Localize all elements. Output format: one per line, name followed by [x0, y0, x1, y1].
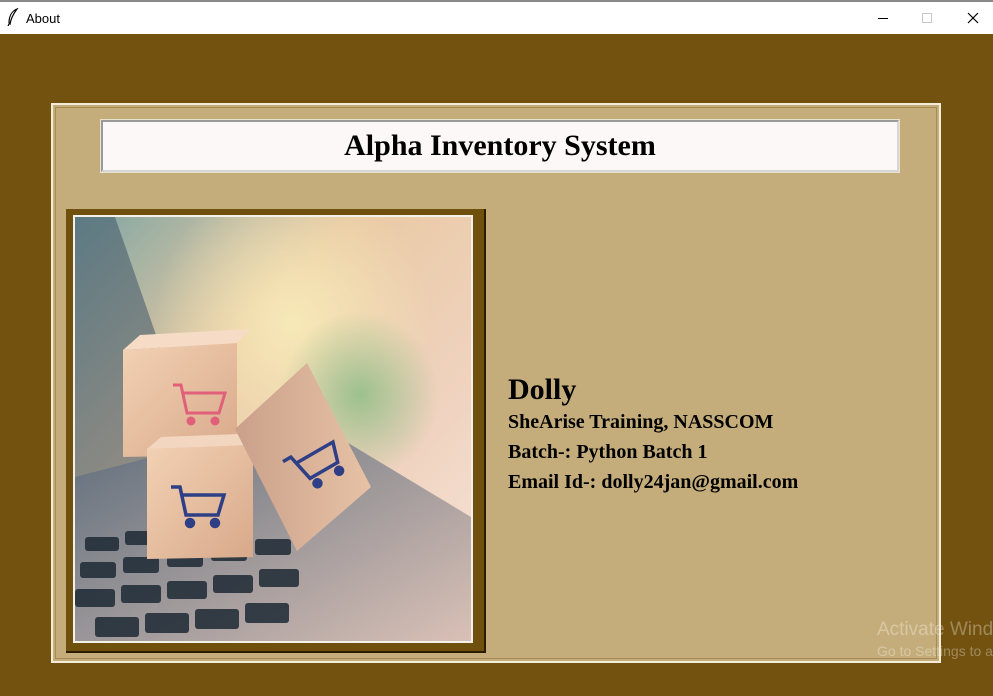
window-title: About	[26, 11, 60, 26]
watermark-subtitle: Go to Settings to activate Windows.	[877, 643, 993, 659]
close-icon	[967, 12, 979, 24]
header-box: Alpha Inventory System	[100, 119, 900, 173]
close-button[interactable]	[950, 2, 993, 34]
info-block: Dolly SheArise Training, NASSCOM Batch-:…	[508, 373, 798, 497]
product-image	[73, 215, 473, 643]
app-title: Alpha Inventory System	[344, 129, 656, 162]
about-panel: Alpha Inventory System Dolly SheArise Tr…	[51, 103, 941, 663]
maximize-icon	[922, 13, 932, 23]
minimize-icon	[878, 18, 888, 19]
email-line: Email Id-: dolly24jan@gmail.com	[508, 471, 799, 493]
batch-line: Batch-: Python Batch 1	[508, 441, 708, 463]
shopping-cart-boxes-laptop-image	[75, 217, 471, 641]
activation-watermark: Activate Windows Go to Settings to activ…	[877, 618, 993, 660]
author-name: Dolly	[508, 373, 577, 406]
maximize-button[interactable]	[904, 2, 950, 34]
feather-icon	[7, 8, 19, 26]
watermark-title: Activate Windows	[877, 619, 993, 640]
title-bar: About	[0, 0, 993, 34]
image-frame	[66, 209, 486, 653]
minimize-button[interactable]	[860, 2, 906, 34]
training-line: SheArise Training, NASSCOM	[508, 411, 774, 433]
